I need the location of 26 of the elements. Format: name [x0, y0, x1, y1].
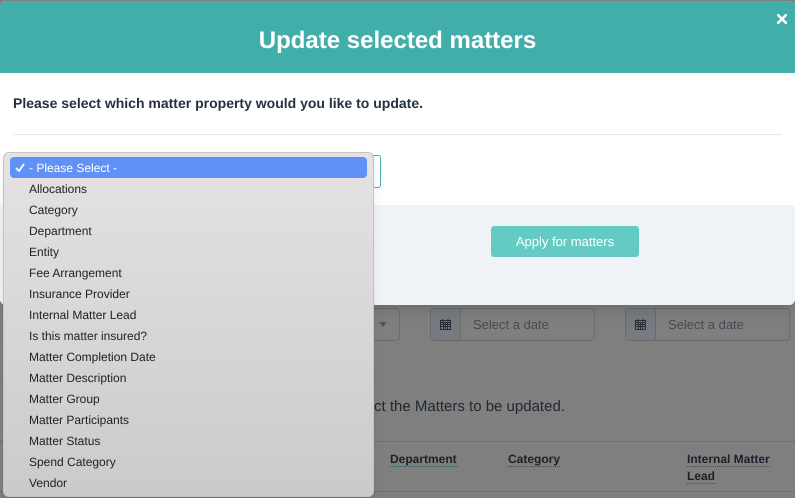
dropdown-option[interactable]: Vendor [10, 472, 367, 493]
column-header[interactable]: Category [508, 451, 608, 468]
column-header[interactable]: Department [390, 451, 490, 468]
dropdown-option[interactable]: Matter Group [10, 388, 367, 409]
instruction-text: ct the Matters to be updated. [374, 397, 565, 417]
dropdown-option[interactable]: Matter Status [10, 430, 367, 451]
dropdown-option[interactable]: Is this matter insured? [10, 325, 367, 346]
prompt-text: Please select which matter property would you like to update. [13, 94, 424, 113]
column-header[interactable]: Internal Matter Lead [687, 451, 787, 485]
dropdown-option[interactable]: Matter Completion Date [10, 346, 367, 367]
dropdown-option[interactable]: Allocations [10, 178, 367, 199]
caret-icon [379, 322, 387, 327]
check-icon [14, 163, 24, 172]
calendar-icon [635, 319, 646, 330]
modal-title: Update selected matters [258, 26, 536, 56]
dropdown-option[interactable]: Internal Matter Lead [10, 304, 367, 325]
dropdown-option[interactable]: Matter Participants [10, 409, 367, 430]
close-icon[interactable] [777, 14, 787, 24]
dropdown-option[interactable]: Insurance Provider [10, 283, 367, 304]
calendar-icon [440, 319, 451, 330]
dropdown-option[interactable]: Entity [10, 241, 367, 262]
dropdown-option[interactable]: Spend Category [10, 451, 367, 472]
dropdown-option[interactable]: Fee Arrangement [10, 262, 367, 283]
dropdown-option[interactable]: Matter Description [10, 367, 367, 388]
dropdown-option[interactable]: Category [10, 199, 367, 220]
dropdown-option[interactable]: Department [10, 220, 367, 241]
